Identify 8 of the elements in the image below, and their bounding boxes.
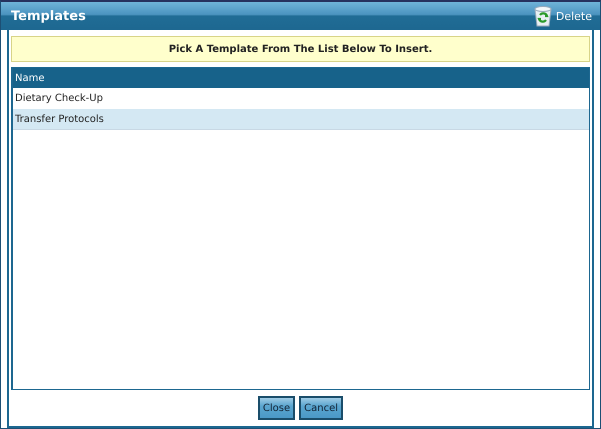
trash-bin-icon	[532, 5, 553, 27]
delete-button[interactable]: Delete	[532, 5, 592, 27]
list-row[interactable]: Transfer Protocols	[13, 109, 589, 130]
window-title: Templates	[11, 8, 86, 24]
column-header: Name	[13, 68, 589, 88]
close-button[interactable]: Close	[258, 396, 296, 420]
cancel-button[interactable]: Cancel	[299, 396, 344, 420]
instruction-banner: Pick A Template From The List Below To Insert.	[11, 36, 590, 62]
